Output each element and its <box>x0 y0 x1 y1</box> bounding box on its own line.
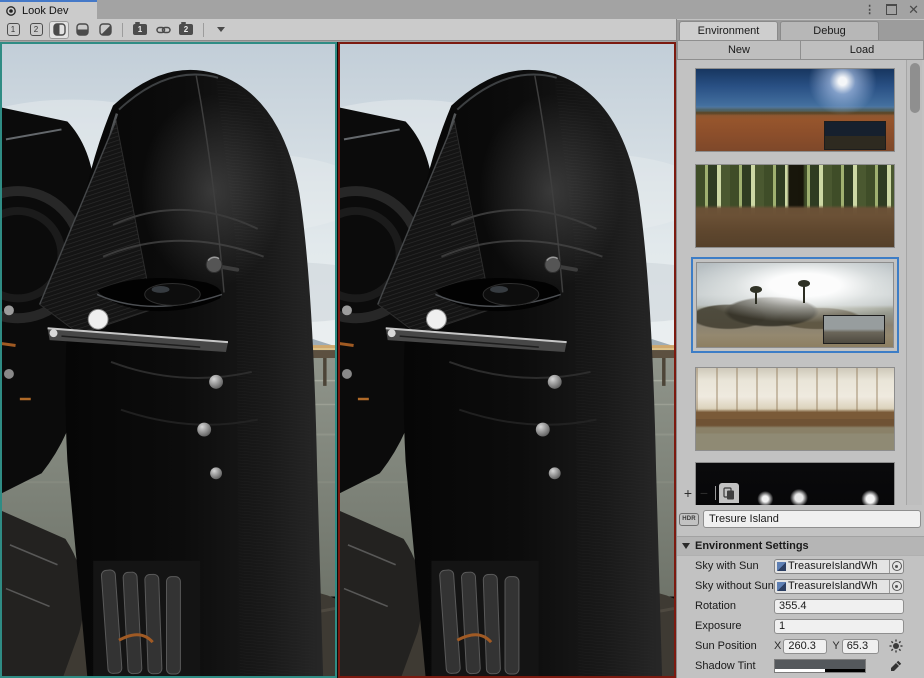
view-1-icon: 1 <box>7 23 20 36</box>
hdri-thumbnail-church[interactable] <box>695 367 895 451</box>
window-title: Look Dev <box>22 5 68 17</box>
toolbar-separator <box>122 23 123 37</box>
hdri-shadow-inset <box>824 121 886 150</box>
hdri-thumbnail-desert[interactable] <box>695 68 895 152</box>
toolbar-separator <box>203 23 204 37</box>
sky-without-sun-row: Sky without Sun TreasureIslandWh <box>677 576 924 596</box>
split-vertical-icon <box>53 23 66 36</box>
sun-position-label: Sun Position <box>677 640 774 652</box>
camera-2-button[interactable]: 2 <box>176 21 196 39</box>
exposure-row: Exposure 1 <box>677 616 924 636</box>
alpha-bar-remainder <box>825 669 866 672</box>
environment-settings: Environment Settings Sky with Sun Treasu… <box>677 536 924 676</box>
cubemap-texture-icon <box>777 562 786 571</box>
environment-settings-foldout[interactable]: Environment Settings <box>677 536 924 556</box>
view-side-by-side-button[interactable] <box>49 21 69 39</box>
sun-icon <box>889 639 903 653</box>
shadow-tint-color-swatch[interactable] <box>774 659 866 673</box>
split-diagonal-icon <box>99 23 112 36</box>
tab-debug[interactable]: Debug <box>780 21 879 40</box>
look-dev-tab[interactable]: Look Dev <box>0 0 97 19</box>
camera-2-icon: 2 <box>179 24 193 35</box>
object-picker-button[interactable] <box>889 580 903 593</box>
set-sun-position-button[interactable] <box>888 638 904 654</box>
rotation-row: Rotation 355.4 <box>677 596 924 616</box>
sun-position-row: Sun Position X 260.3 Y 65.3 <box>677 636 924 656</box>
view-2-icon: 2 <box>30 23 43 36</box>
maximize-icon[interactable] <box>886 4 897 15</box>
title-bar: Look Dev ⋮ ✕ <box>0 0 924 19</box>
link-cameras-button[interactable] <box>153 21 173 39</box>
sun-x-label: X <box>774 640 781 652</box>
link-icon <box>156 25 171 35</box>
view-single-2-button[interactable]: 2 <box>26 21 46 39</box>
object-picker-icon <box>892 561 902 571</box>
environment-panel: Environment Debug New Load <box>676 19 924 678</box>
hdri-shadow-inset <box>823 315 885 344</box>
render-view-1[interactable] <box>0 42 337 678</box>
tab-environment[interactable]: Environment <box>679 21 778 40</box>
render-viewport <box>0 42 676 678</box>
library-toolbar-separator <box>715 486 716 500</box>
exposure-label: Exposure <box>677 620 774 632</box>
duplicate-icon <box>723 487 735 500</box>
split-horizontal-icon <box>76 23 89 36</box>
hdri-thumbnail-island[interactable] <box>696 262 894 348</box>
rotation-input[interactable]: 355.4 <box>774 599 904 614</box>
hdri-selection-frame <box>691 257 899 353</box>
camera-1-icon: 1 <box>133 24 147 35</box>
duplicate-environment-button[interactable] <box>719 483 739 503</box>
sun-y-label: Y <box>832 640 839 652</box>
window-menu-icon[interactable]: ⋮ <box>864 5 875 15</box>
env-actions: New Load <box>677 40 924 60</box>
view-split-diagonal-button[interactable] <box>95 21 115 39</box>
load-button[interactable]: Load <box>800 40 924 60</box>
view-single-1-button[interactable]: 1 <box>3 21 23 39</box>
add-environment-button[interactable]: + <box>680 484 696 502</box>
library-scrollbar-track[interactable] <box>906 60 922 505</box>
sky-without-sun-label: Sky without Sun <box>677 580 774 592</box>
eyedropper-button[interactable] <box>888 658 904 674</box>
sky-with-sun-row: Sky with Sun TreasureIslandWh <box>677 556 924 576</box>
sun-y-input[interactable]: 65.3 <box>842 639 879 654</box>
panel-tab-bar: Environment Debug <box>677 20 924 40</box>
palm-tree-icon <box>755 291 757 304</box>
sun-x-input[interactable]: 260.3 <box>783 639 827 654</box>
sky-without-sun-object-field[interactable]: TreasureIslandWh <box>774 579 904 594</box>
look-dev-eye-icon <box>5 6 18 16</box>
hdri-thumbnail-forest[interactable] <box>695 164 895 248</box>
chevron-down-icon <box>217 27 225 32</box>
camera-1-button[interactable]: 1 <box>130 21 150 39</box>
library-toolbar: + − <box>680 483 739 503</box>
object-picker-icon <box>892 581 902 591</box>
rotation-label: Rotation <box>677 600 774 612</box>
eyedropper-icon <box>890 660 902 672</box>
library-scrollbar-thumb[interactable] <box>910 63 920 113</box>
sky-with-sun-label: Sky with Sun <box>677 560 774 572</box>
exposure-input[interactable]: 1 <box>774 619 904 634</box>
environment-name-input[interactable]: Tresure Island <box>703 510 921 528</box>
palm-tree-icon <box>803 285 805 303</box>
remove-environment-button[interactable]: − <box>696 484 712 502</box>
sky-with-sun-object-field[interactable]: TreasureIslandWh <box>774 559 904 574</box>
shadow-tint-label: Shadow Tint <box>677 660 774 672</box>
cubemap-texture-icon <box>777 582 786 591</box>
toolbar-dropdown-button[interactable] <box>211 21 231 39</box>
object-picker-button[interactable] <box>889 560 903 573</box>
new-button[interactable]: New <box>677 40 801 60</box>
alpha-bar <box>775 669 825 672</box>
shadow-tint-row: Shadow Tint <box>677 656 924 676</box>
view-split-horizontal-button[interactable] <box>72 21 92 39</box>
hdr-name-row: HDR Tresure Island <box>679 509 921 529</box>
settings-header-label: Environment Settings <box>695 540 809 552</box>
foldout-arrow-icon <box>682 543 690 549</box>
close-icon[interactable]: ✕ <box>908 3 919 16</box>
render-view-2[interactable] <box>338 42 676 678</box>
hdri-library-list <box>677 60 924 505</box>
hdr-badge: HDR <box>679 513 699 526</box>
look-dev-window: Look Dev ⋮ ✕ 1 2 <box>0 0 924 678</box>
